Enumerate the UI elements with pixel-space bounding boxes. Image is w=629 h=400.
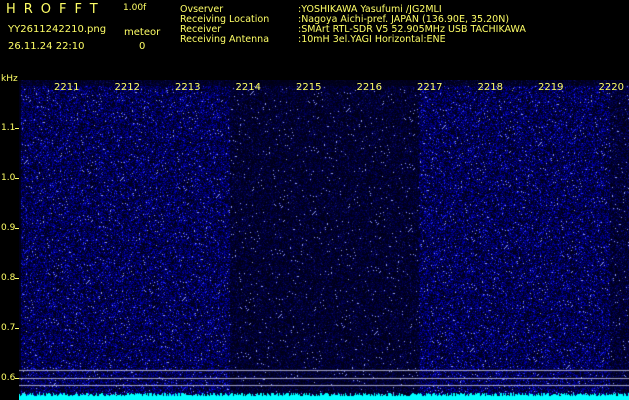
x-tick-label: 2213: [175, 82, 201, 93]
app-version: 1.00f: [123, 3, 147, 13]
y-tick-label: 0.6: [1, 373, 16, 383]
x-tick-label: 2215: [296, 82, 322, 93]
meteor-label: meteor: [124, 27, 161, 38]
capture-datetime: 26.11.24 22:10: [8, 41, 85, 52]
spectrogram-plot: [19, 80, 629, 400]
x-tick-label: 2217: [417, 82, 443, 93]
x-tick-label: 2220: [598, 82, 624, 93]
info-label: Receiving Antenna: [180, 34, 270, 45]
file-name: YY2611242210.png: [8, 24, 107, 35]
y-axis-unit: kHz: [1, 74, 18, 84]
hrofft-window: HROFFT 1.00f YY2611242210.png 26.11.24 2…: [0, 0, 629, 400]
x-tick-label: 2216: [356, 82, 382, 93]
app-brand: HROFFT: [6, 2, 106, 17]
y-tick-label: 0.8: [1, 273, 16, 283]
y-tick-label: 1.0: [1, 173, 16, 183]
meteor-count: 0: [139, 41, 146, 52]
y-tick-mark: [15, 278, 19, 279]
y-tick-mark: [15, 378, 19, 379]
y-tick-mark: [15, 128, 19, 129]
y-tick-mark: [15, 328, 19, 329]
y-tick-mark: [15, 178, 19, 179]
y-tick-label: 0.7: [1, 323, 16, 333]
y-tick-label: 1.1: [1, 123, 16, 133]
x-tick-label: 2219: [538, 82, 564, 93]
x-tick-label: 2211: [54, 82, 80, 93]
y-tick-label: 0.9: [1, 223, 16, 233]
x-tick-label: 2214: [235, 82, 261, 93]
y-tick-mark: [15, 228, 19, 229]
x-tick-label: 2218: [477, 82, 503, 93]
x-tick-label: 2212: [114, 82, 140, 93]
info-value: :10mH 3el.YAGI Horizontal:ENE: [298, 34, 446, 45]
